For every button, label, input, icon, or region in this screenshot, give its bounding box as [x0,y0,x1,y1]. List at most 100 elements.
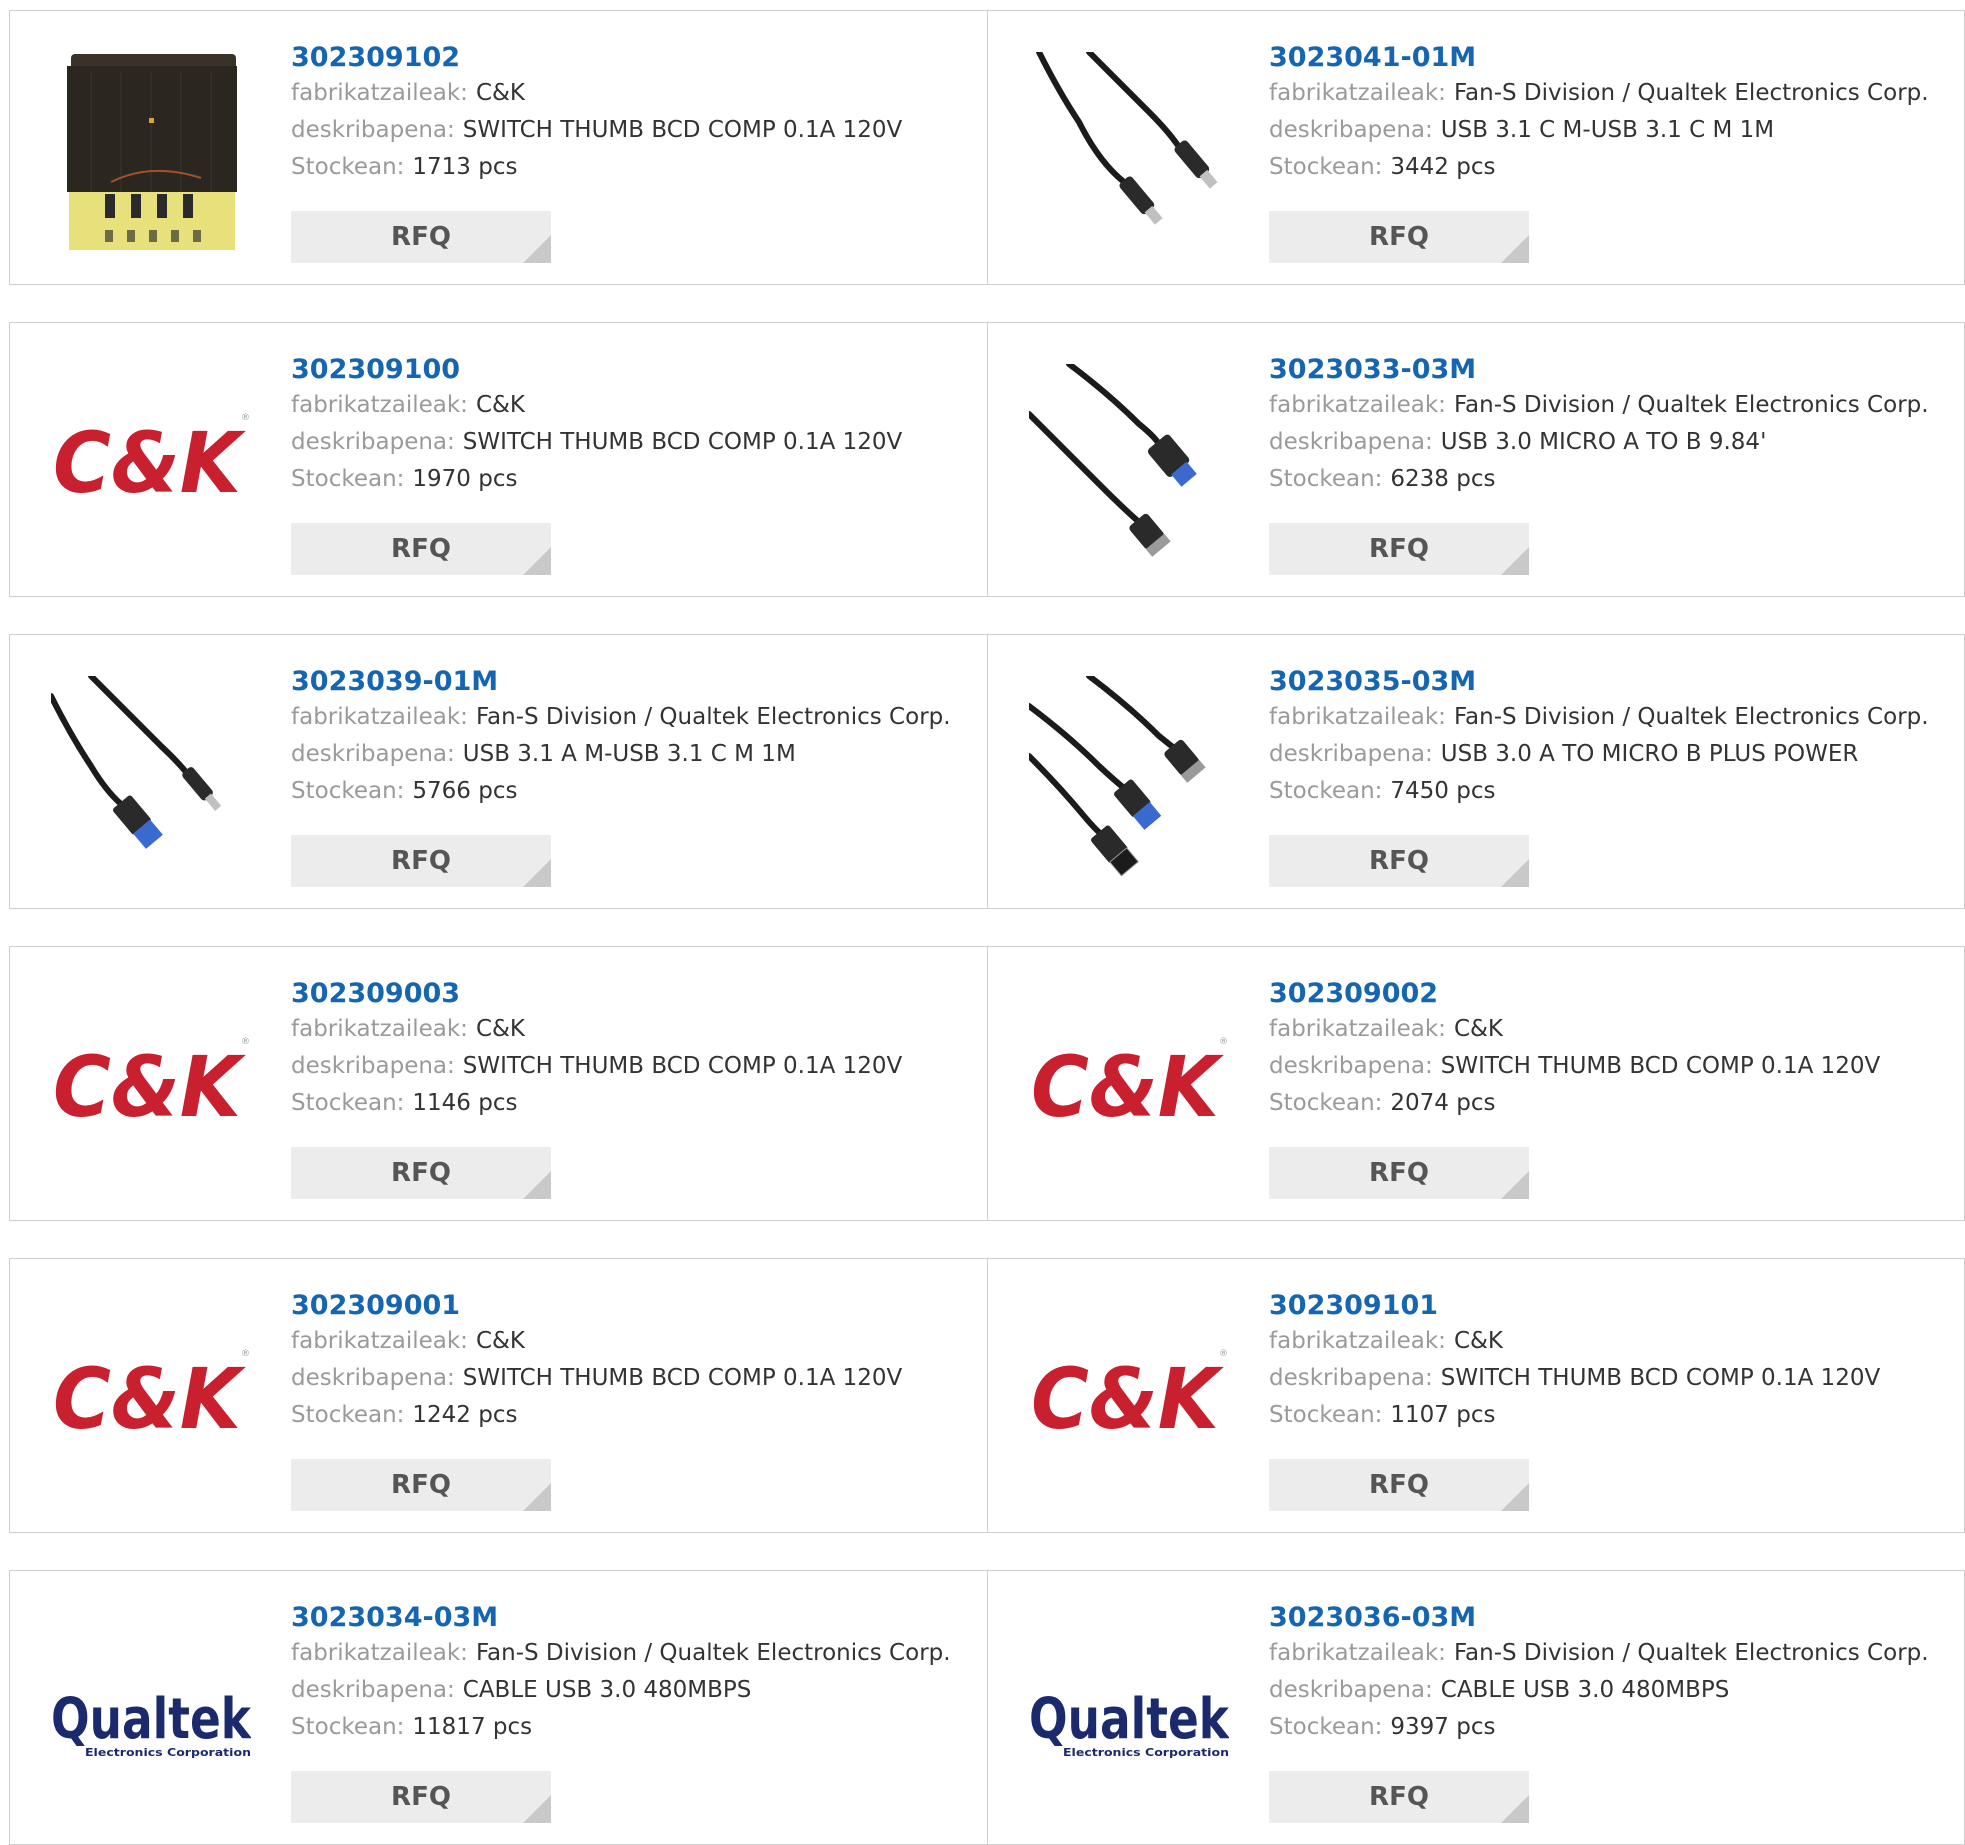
part-number-link[interactable]: 3023036-03M [1269,1601,1929,1635]
qualtek-logo[interactable]: Qualtek Electronics Corporation [1029,1612,1229,1812]
part-number-link[interactable]: 302309102 [291,41,902,75]
manufacturer-row: fabrikatzaileak: Fan-S Division / Qualtek… [1269,699,1929,736]
rfq-button[interactable]: RFQ [291,1147,551,1199]
stock-row: Stockean: 2074 pcs [1269,1085,1880,1122]
ck-logo[interactable]: C&K ® [51,1300,251,1500]
stock-label: Stockean: [291,1090,405,1116]
stock-row: Stockean: 3442 pcs [1269,149,1929,186]
usb-c-cable-photo[interactable] [1029,52,1229,252]
product-info: 3023041-01M fabrikatzaileak: Fan-S Divisio… [1269,41,1929,186]
product-info: 302309001 fabrikatzaileak: C&K deskribapena… [291,1289,902,1434]
rfq-button[interactable]: RFQ [291,1771,551,1823]
stock-label: Stockean: [1269,154,1383,180]
rfq-button[interactable]: RFQ [1269,1459,1529,1511]
svg-text:®: ® [1219,1349,1228,1359]
stock-value: 2074 pcs [1390,1090,1496,1116]
svg-text:C&K: C&K [1031,1350,1225,1448]
manufacturer-label: fabrikatzaileak: [291,1016,468,1042]
stock-value: 7450 pcs [1390,778,1496,804]
rfq-button[interactable]: RFQ [1269,835,1529,887]
rfq-button[interactable]: RFQ [1269,523,1529,575]
manufacturer-value: C&K [1453,1016,1504,1042]
description-label: deskribapena: [291,1053,455,1079]
part-number-link[interactable]: 302309101 [1269,1289,1880,1323]
qualtek-logo[interactable]: Qualtek Electronics Corporation [51,1612,251,1812]
manufacturer-row: fabrikatzaileak: C&K [291,75,902,112]
description-row: deskribapena: SWITCH THUMB BCD COMP 0.1A … [291,112,902,149]
usb-micro-cable-photo[interactable] [1029,364,1229,564]
svg-text:®: ® [241,1349,250,1359]
manufacturer-label: fabrikatzaileak: [291,704,468,730]
rfq-button-label: RFQ [391,222,451,252]
stock-value: 1970 pcs [412,466,518,492]
stock-value: 3442 pcs [1390,154,1496,180]
usb-y-cable-photo[interactable] [1029,676,1229,876]
stock-label: Stockean: [291,466,405,492]
svg-text:C&K: C&K [53,414,247,512]
description-label: deskribapena: [1269,1365,1433,1391]
stock-value: 1107 pcs [1390,1402,1496,1428]
product-info: 3023036-03M fabrikatzaileak: Fan-S Divisio… [1269,1601,1929,1746]
description-label: deskribapena: [1269,117,1433,143]
part-number-link[interactable]: 302309002 [1269,977,1880,1011]
manufacturer-label: fabrikatzaileak: [291,392,468,418]
svg-text:C&K: C&K [53,1038,247,1136]
manufacturer-value: C&K [475,80,526,106]
rfq-button[interactable]: RFQ [291,835,551,887]
part-number-link[interactable]: 3023033-03M [1269,353,1929,387]
corner-triangle-icon [1501,1483,1529,1511]
description-row: deskribapena: SWITCH THUMB BCD COMP 0.1A … [1269,1360,1880,1397]
part-number-link[interactable]: 3023034-03M [291,1601,951,1635]
manufacturer-value: C&K [475,392,526,418]
svg-text:®: ® [241,413,250,423]
ck-logo[interactable]: C&K ® [51,988,251,1188]
rfq-button-label: RFQ [1369,1470,1429,1500]
corner-triangle-icon [523,1795,551,1823]
part-number-link[interactable]: 302309100 [291,353,902,387]
stock-label: Stockean: [291,154,405,180]
manufacturer-row: fabrikatzaileak: Fan-S Division / Qualtek… [291,699,951,736]
rfq-button[interactable]: RFQ [291,523,551,575]
product-card: 3023035-03M fabrikatzaileak: Fan-S Divisio… [987,634,1965,909]
stock-label: Stockean: [1269,1402,1383,1428]
stock-row: Stockean: 1146 pcs [291,1085,902,1122]
ck-logo[interactable]: C&K ® [1029,1300,1229,1500]
description-row: deskribapena: CABLE USB 3.0 480MBPS [1269,1672,1929,1709]
part-number-link[interactable]: 3023041-01M [1269,41,1929,75]
description-value: USB 3.1 C M-USB 3.1 C M 1M [1440,117,1775,143]
description-row: deskribapena: USB 3.0 MICRO A TO B 9.84' [1269,424,1929,461]
stock-row: Stockean: 6238 pcs [1269,461,1929,498]
ck-logo[interactable]: C&K ® [51,364,251,564]
svg-text:Qualtek: Qualtek [51,1687,251,1752]
svg-text:C&K: C&K [53,1350,247,1448]
product-card: C&K ® 302309001 fabrikatzaileak: C&K deskriba… [9,1258,988,1533]
ck-logo[interactable]: C&K ® [1029,988,1229,1188]
rfq-button-label: RFQ [391,1470,451,1500]
description-value: SWITCH THUMB BCD COMP 0.1A 120V [1440,1365,1881,1391]
manufacturer-label: fabrikatzaileak: [1269,1640,1446,1666]
part-number-link[interactable]: 302309001 [291,1289,902,1323]
manufacturer-value: C&K [475,1328,526,1354]
rfq-button[interactable]: RFQ [1269,1771,1529,1823]
stock-label: Stockean: [1269,1090,1383,1116]
manufacturer-row: fabrikatzaileak: C&K [1269,1011,1880,1048]
rfq-button[interactable]: RFQ [1269,211,1529,263]
stock-value: 6238 pcs [1390,466,1496,492]
rfq-button[interactable]: RFQ [291,211,551,263]
stock-row: Stockean: 1242 pcs [291,1397,902,1434]
manufacturer-value: Fan-S Division / Qualtek Electronics Cor… [1453,704,1929,730]
part-number-link[interactable]: 3023035-03M [1269,665,1929,699]
part-number-link[interactable]: 302309003 [291,977,902,1011]
product-card: Qualtek Electronics Corporation 3023036-03… [987,1570,1965,1845]
product-info: 3023039-01M fabrikatzaileak: Fan-S Divisio… [291,665,951,810]
product-card: 3023041-01M fabrikatzaileak: Fan-S Divisio… [987,10,1965,285]
part-number-link[interactable]: 3023039-01M [291,665,951,699]
rfq-button[interactable]: RFQ [291,1459,551,1511]
manufacturer-value: C&K [1453,1328,1504,1354]
manufacturer-row: fabrikatzaileak: Fan-S Division / Qualtek… [291,1635,951,1672]
corner-triangle-icon [1501,1795,1529,1823]
usb-a-to-c-cable-photo[interactable] [51,676,251,876]
thumbwheel-switch-photo[interactable] [51,52,251,252]
rfq-button[interactable]: RFQ [1269,1147,1529,1199]
manufacturer-label: fabrikatzaileak: [1269,392,1446,418]
